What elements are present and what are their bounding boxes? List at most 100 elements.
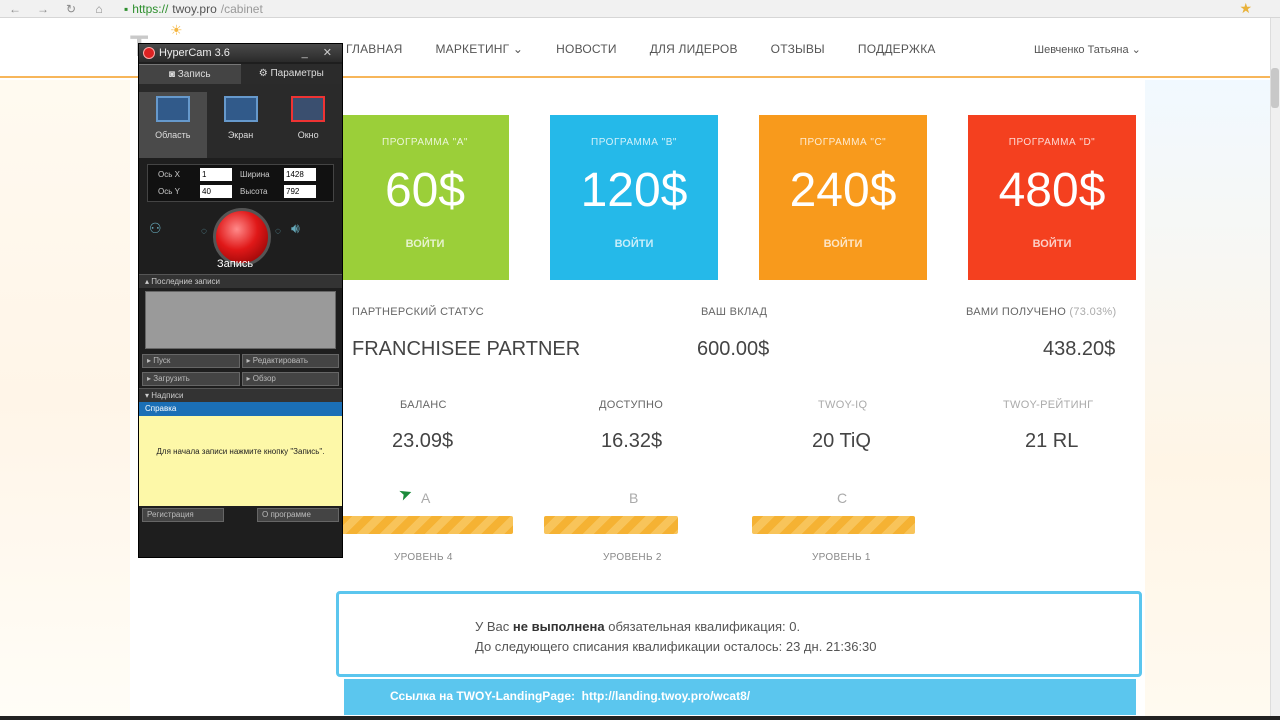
mode-screen[interactable]: Экран	[207, 92, 275, 158]
height-label: Высота	[240, 187, 268, 196]
landing-label: Ссылка на TWOY-LandingPage:	[390, 689, 575, 703]
window-icon	[291, 96, 326, 122]
help-tab[interactable]: Справка	[139, 402, 342, 416]
hypercam-titlebar[interactable]: HyperCam 3.6 _ ✕	[139, 44, 342, 62]
program-enter-button[interactable]: ВОЙТИ	[759, 238, 927, 250]
capture-mode-selector: Область Экран Окно	[139, 84, 342, 158]
tab-record[interactable]: ◙ Запись	[139, 64, 241, 84]
level-progress-bar-c	[752, 516, 915, 534]
level-label-b: УРОВЕНЬ 2	[603, 552, 662, 563]
sun-icon: ☀	[170, 22, 183, 38]
bookmark-star-icon[interactable]: ★	[1239, 0, 1252, 17]
nav-support[interactable]: ПОДДЕРЖКА	[858, 42, 936, 56]
tab-record-label: Запись	[177, 69, 211, 80]
about-button[interactable]: О программе	[257, 508, 339, 522]
address-bar[interactable]: ▪ https:// twoy.pro/cabinet	[124, 2, 263, 16]
scroll-thumb[interactable]	[1271, 68, 1279, 108]
nav-news[interactable]: НОВОСТИ	[556, 42, 617, 56]
width-input[interactable]: 1428	[284, 168, 316, 181]
back-icon[interactable]: ←	[8, 2, 22, 16]
recent-recordings-header[interactable]: ▴ Последние записи	[139, 274, 342, 288]
capture-coordinates: Ось X 1 Ось Y 40 Ширина 1428 Высота 792	[147, 164, 334, 202]
program-price: 120$	[580, 164, 688, 217]
page-scrollbar[interactable]	[1270, 18, 1280, 720]
deposit-value: 600.00$	[697, 338, 770, 360]
landing-url[interactable]: http://landing.twoy.pro/wcat8/	[582, 689, 750, 703]
url-host: twoy.pro	[172, 1, 217, 16]
recent-recordings-label: Последние записи	[151, 277, 221, 286]
balance-label: БАЛАНС	[400, 399, 447, 411]
speaker-icon[interactable]: 🔊︎	[291, 220, 300, 237]
gear-icon: ⚙	[258, 68, 271, 79]
x-label: Ось X	[158, 170, 180, 179]
level-letter-b: B	[629, 490, 639, 506]
user-menu[interactable]: Шевченко Татьяна ⌄	[1034, 43, 1141, 56]
hypercam-footer: Регистрация О программе	[139, 506, 342, 524]
y-input[interactable]: 40	[200, 185, 232, 198]
mode-screen-label: Экран	[227, 130, 254, 140]
height-input[interactable]: 792	[284, 185, 316, 198]
window-buttons[interactable]: _ ✕	[302, 46, 338, 59]
twoy-rating-label: TWOY-РЕЙТИНГ	[1003, 399, 1094, 411]
program-card-d[interactable]: ПРОГРАММА "D" 480$ ВОЙТИ	[968, 115, 1136, 280]
main-nav: ГЛАВНАЯ МАРКЕТИНГ ⌄ НОВОСТИ ДЛЯ ЛИДЕРОВ …	[346, 42, 936, 56]
available-label: ДОСТУПНО	[599, 399, 664, 411]
nav-leaders[interactable]: ДЛЯ ЛИДЕРОВ	[650, 42, 738, 56]
home-icon[interactable]: ⌂	[92, 2, 106, 16]
edit-label: Редактировать	[252, 356, 309, 365]
recent-recordings-list[interactable]	[145, 291, 336, 349]
level-letter-a: A	[421, 490, 431, 506]
level-label-a: УРОВЕНЬ 4	[394, 552, 453, 563]
url-scheme: https://	[132, 1, 169, 16]
mic-level-icon: ◌	[201, 226, 207, 237]
program-card-c[interactable]: ПРОГРАММА "C" 240$ ВОЙТИ	[759, 115, 927, 280]
y-label: Ось Y	[158, 187, 180, 196]
x-input[interactable]: 1	[200, 168, 232, 181]
mouse-cursor-icon: ➤	[396, 484, 416, 505]
recent-actions-row-2: ▸ Загрузить ▸ Обзор	[139, 370, 342, 388]
width-label: Ширина	[240, 170, 270, 179]
level-label-c: УРОВЕНЬ 1	[812, 552, 871, 563]
volume-level-icon: ◌	[275, 226, 281, 237]
browse-button[interactable]: ▸ Обзор	[241, 372, 339, 386]
play-button[interactable]: ▸ Пуск	[142, 354, 240, 368]
qualification-bold: не выполнена	[512, 619, 605, 634]
qualification-suffix: обязательная квалификация: 0.	[608, 619, 801, 634]
qualification-status: У Вас не выполнена обязательная квалифик…	[475, 619, 800, 634]
program-name: ПРОГРАММА "A"	[382, 137, 468, 148]
tab-params[interactable]: ⚙ Параметры	[241, 64, 343, 84]
program-card-b[interactable]: ПРОГРАММА "B" 120$ ВОЙТИ	[550, 115, 718, 280]
upload-label: Загрузить	[153, 374, 190, 383]
qualification-countdown: До следующего списания квалификации оста…	[475, 639, 877, 654]
twoy-rating-value: 21 RL	[1025, 430, 1079, 452]
webcam-icon[interactable]: ⚇	[149, 220, 162, 237]
tab-params-label: Параметры	[270, 68, 324, 79]
hypercam-app-icon	[143, 47, 155, 59]
url-path: /cabinet	[220, 1, 263, 16]
program-name: ПРОГРАММА "B"	[591, 137, 677, 148]
program-enter-button[interactable]: ВОЙТИ	[968, 238, 1136, 250]
hypercam-tabs: ◙ Запись ⚙ Параметры	[139, 64, 342, 84]
region-icon	[155, 96, 190, 122]
nav-reviews[interactable]: ОТЗЫВЫ	[771, 42, 825, 56]
program-card-a[interactable]: ПРОГРАММА "A" 60$ ВОЙТИ	[341, 115, 509, 280]
mode-region[interactable]: Область	[139, 92, 207, 158]
forward-icon[interactable]: →	[36, 2, 50, 16]
upload-button[interactable]: ▸ Загрузить	[142, 372, 240, 386]
edit-button[interactable]: ▸ Редактировать	[241, 354, 339, 368]
mode-window[interactable]: Окно	[274, 92, 342, 158]
browse-label: Обзор	[252, 374, 276, 383]
reload-icon[interactable]: ↻	[64, 2, 78, 16]
level-progress-bar-a	[341, 516, 513, 534]
qualification-prefix: У Вас	[475, 619, 510, 634]
program-enter-button[interactable]: ВОЙТИ	[341, 238, 509, 250]
received-label-text: ВАМИ ПОЛУЧЕНО	[966, 306, 1067, 318]
nav-home[interactable]: ГЛАВНАЯ	[346, 42, 402, 56]
twoy-iq-label: TWOY-IQ	[818, 399, 868, 411]
received-percent: (73.03%)	[1069, 306, 1117, 318]
captions-header[interactable]: ▾ Надписи	[139, 388, 342, 402]
program-enter-button[interactable]: ВОЙТИ	[550, 238, 718, 250]
camera-icon: ◙	[168, 69, 178, 80]
nav-marketing[interactable]: МАРКЕТИНГ ⌄	[435, 42, 523, 56]
register-button[interactable]: Регистрация	[142, 508, 224, 522]
